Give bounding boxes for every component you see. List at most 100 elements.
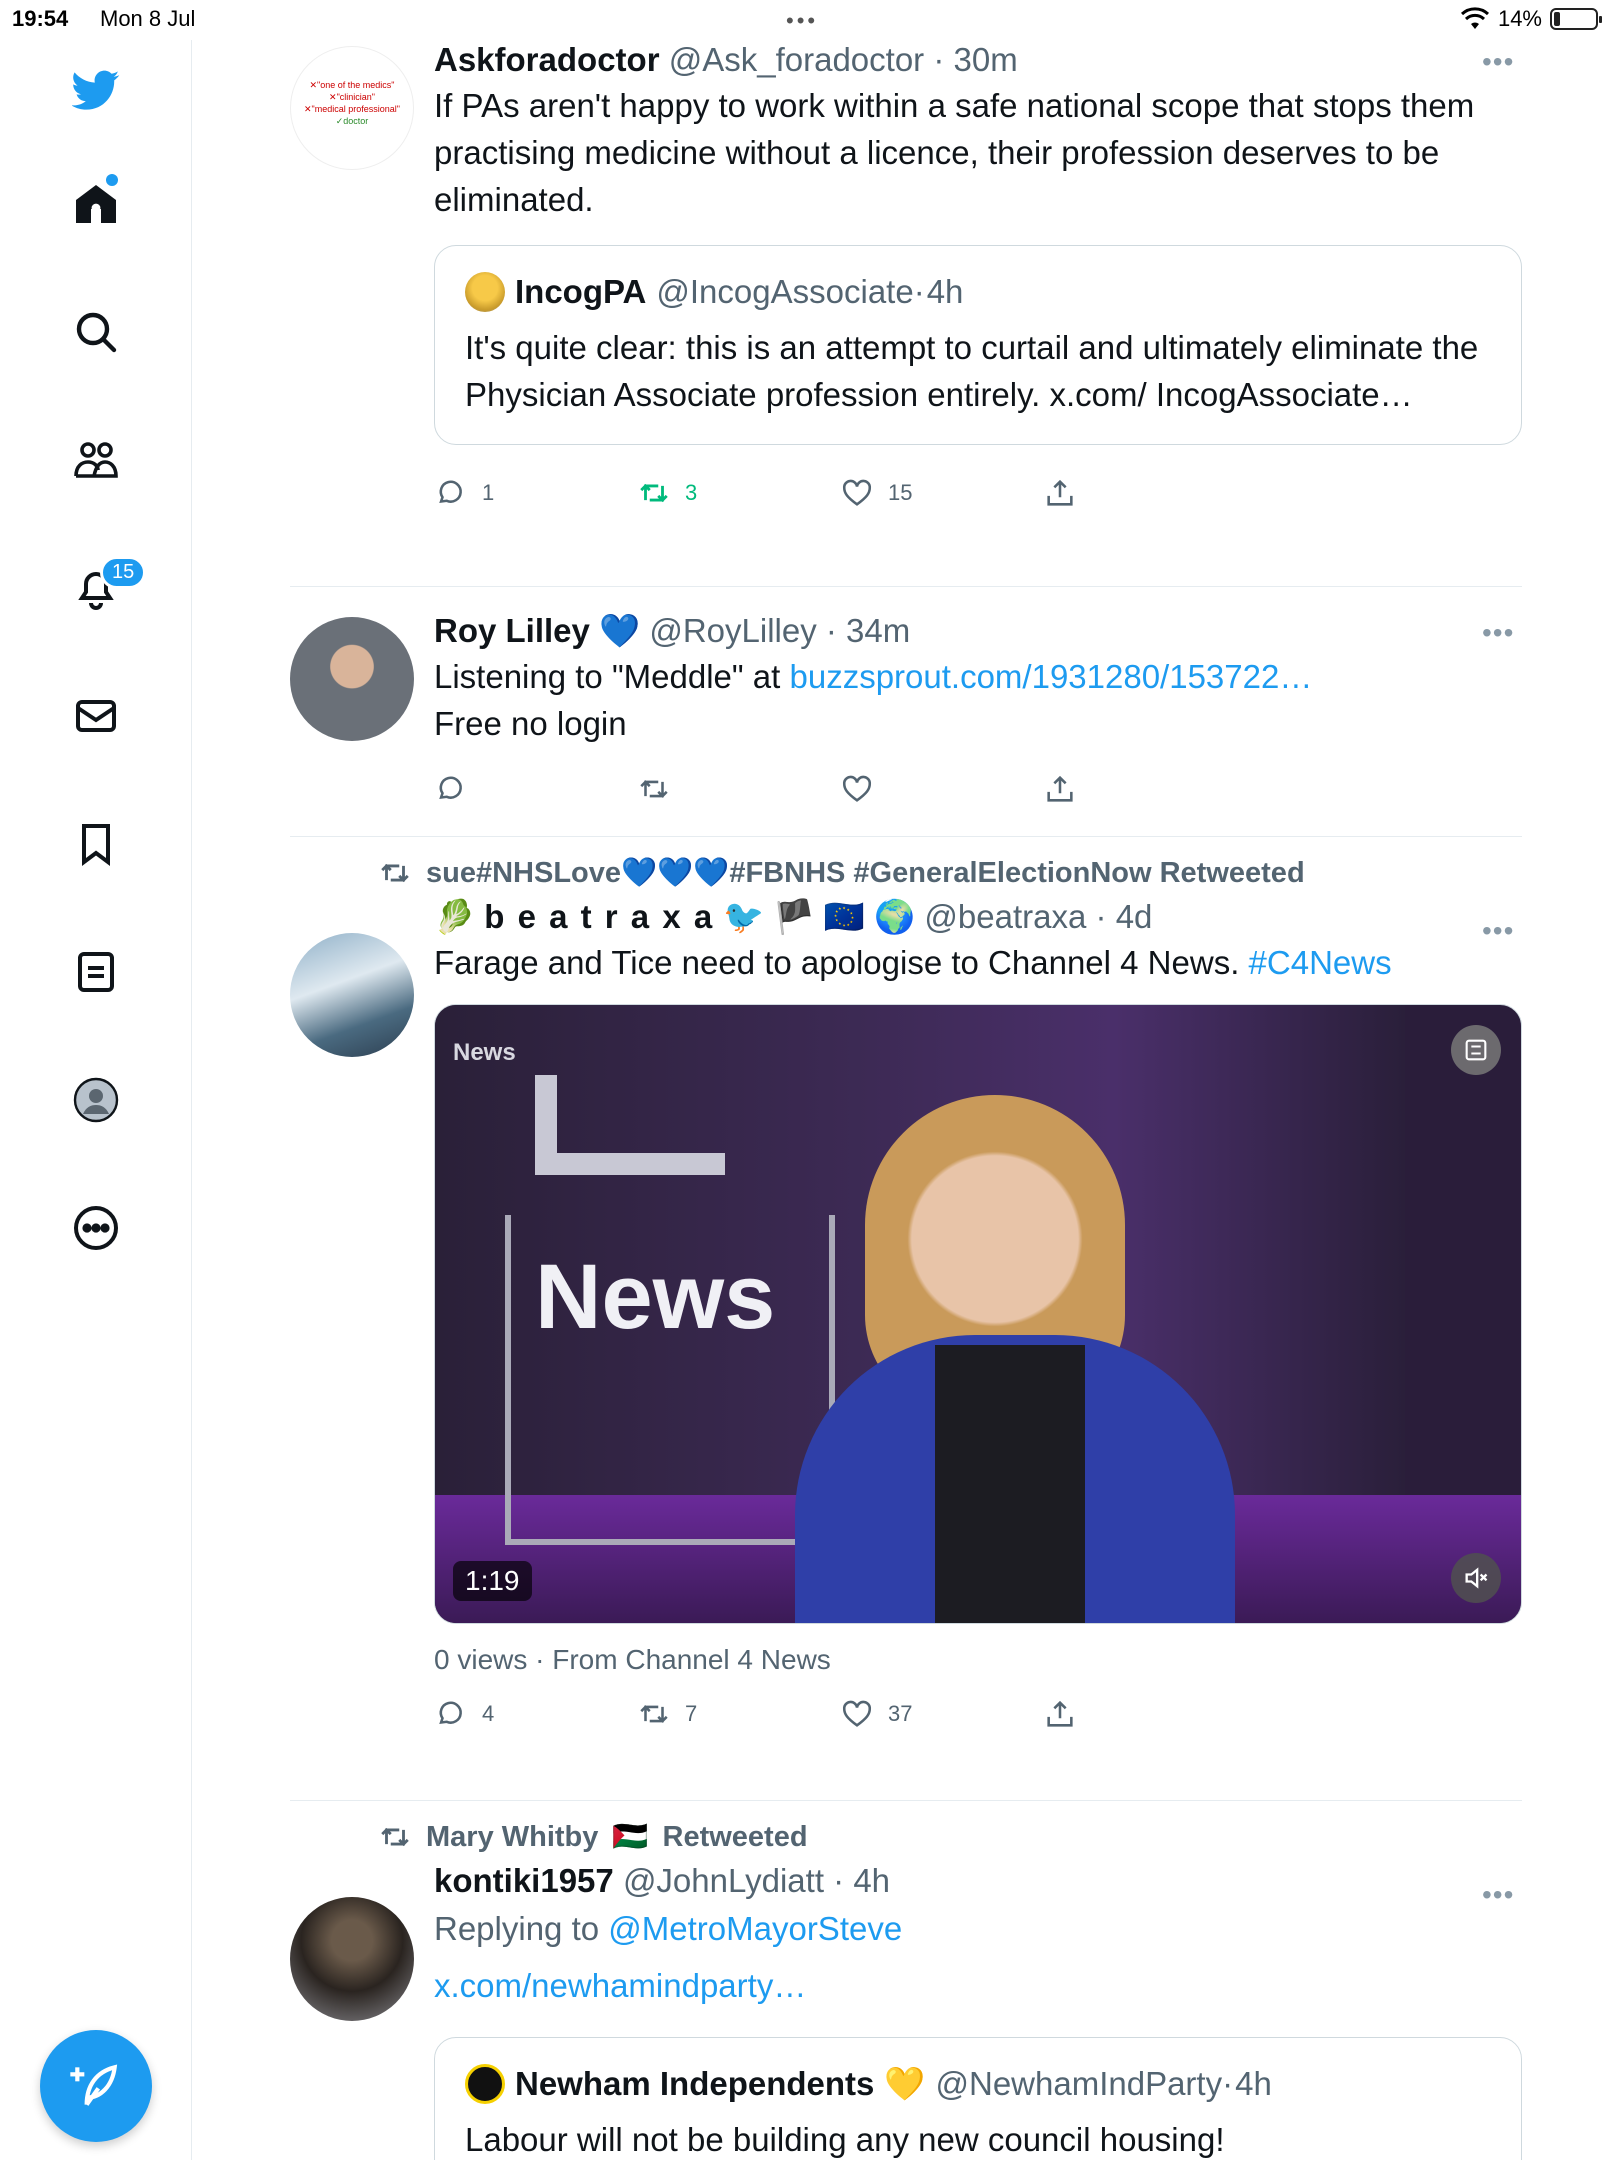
quote-time: 4h [926,273,964,310]
retweet-button[interactable] [637,772,840,806]
tweet-kontiki1957[interactable]: Mary Whitby 🇵🇸 Retweeted ••• kontiki1957… [290,1813,1522,2160]
retweeted-by-name[interactable]: Mary Whitby [426,1821,598,1854]
tweet-roy-lilley[interactable]: ••• Roy Lilley 💙 @RoyLilley · 34m Listen… [290,587,1522,837]
author-handle[interactable]: @beatraxa [924,898,1086,935]
profile-icon[interactable] [66,1070,126,1130]
retweet-icon [640,1705,668,1723]
author-handle[interactable]: @RoyLilley [649,612,816,649]
quote-header: IncogPA @IncogAssociate · 4h [465,272,1491,312]
author-handle[interactable]: @JohnLydiatt [623,1862,824,1899]
tweet-time[interactable]: 4h [853,1862,890,1899]
tweet-time[interactable]: 4d [1116,898,1153,935]
avatar-kontiki1957[interactable] [290,1897,414,2021]
communities-icon[interactable] [66,430,126,490]
tweet-actions: 1 3 15 [434,463,1522,523]
hashtag-link[interactable]: #C4News [1249,944,1392,981]
reply-count: 1 [482,480,495,505]
channel4-logo-shape [535,1075,725,1175]
avatar-roy-lilley[interactable] [290,617,414,741]
share-button[interactable] [1043,772,1246,806]
reply-button[interactable] [434,772,637,806]
notifications-badge: 15 [100,556,147,589]
messages-icon[interactable] [66,686,126,746]
like-button[interactable]: 15 [840,476,1043,510]
avatar-beatraxa[interactable] [290,933,414,1057]
status-bar: 19:54 Mon 8 Jul ••• 14% [0,0,1620,40]
sidebar: 15 [0,40,192,2160]
reply-icon [439,776,462,800]
retweet-icon [381,863,409,883]
leaf-emoji-icon: 🥬 [434,898,476,935]
multitasking-dots[interactable]: ••• [786,8,818,34]
author-name[interactable]: Roy Lilley [434,612,590,649]
retweet-button[interactable]: 7 [637,1697,840,1731]
retweet-button[interactable]: 3 [637,476,840,510]
mute-icon[interactable] [1451,1553,1501,1603]
quoted-tweet[interactable]: Newham Independents 💛 @NewhamIndParty · 4h… [434,2037,1522,2160]
avatar-text-4: ✓doctor [335,116,369,126]
retweeted-by-text[interactable]: sue#NHSLove💙💙💙#FBNHS #GeneralElectionNow… [426,856,1305,890]
tweet-more-icon[interactable]: ••• [1482,617,1522,649]
status-date: Mon 8 Jul [100,6,196,31]
quote-header: Newham Independents 💛 @NewhamIndParty · 4h [465,2064,1491,2104]
like-icon [842,1700,872,1727]
retweet-count: 7 [685,1701,698,1726]
tweet-actions: 4 7 37 [434,1684,1522,1744]
tweet-header: Roy Lilley 💙 @RoyLilley · 34m [434,612,911,649]
bookmarks-icon[interactable] [66,814,126,874]
more-icon[interactable] [66,1198,126,1258]
compose-tweet-button[interactable] [40,2030,152,2142]
share-button[interactable] [1043,476,1246,510]
tweet-time[interactable]: 30m [954,41,1018,78]
author-name[interactable]: Askforadoctor [434,41,660,78]
tweet-text: If PAs aren't happy to work within a saf… [434,87,1475,218]
battery-icon [1550,8,1602,30]
tweet-header: kontiki1957 @JohnLydiatt · 4h [434,1862,891,1899]
reply-icon [439,480,462,504]
tweet-more-icon[interactable]: ••• [1482,1879,1522,1911]
like-button[interactable]: 37 [840,1697,1043,1731]
tweet-askforadoctor[interactable]: ✕"one of the medics" ✕"clinician" ✕"medi… [290,40,1522,587]
like-button[interactable] [840,772,1043,806]
avatar-text-2: ✕"clinician" [329,92,375,102]
home-unread-dot [106,174,118,186]
retweet-icon [381,1827,409,1847]
avatar-askforadoctor[interactable]: ✕"one of the medics" ✕"clinician" ✕"medi… [290,46,414,170]
tweet-link[interactable]: x.com/newhamindparty… [434,1962,1522,2009]
lists-icon[interactable] [66,942,126,1002]
replying-to-link[interactable]: @MetroMayorSteve [608,1910,902,1947]
tweet-text-line2: Free no login [434,705,627,742]
video-views: 0 views · From Channel 4 News [434,1644,831,1675]
reply-button[interactable]: 4 [434,1697,637,1731]
tweet-time[interactable]: 34m [846,612,910,649]
retweet-count: 3 [685,480,698,505]
author-name[interactable]: kontiki1957 [434,1862,614,1899]
author-handle[interactable]: @Ask_foradoctor [669,41,924,78]
tweet-text: Farage and Tice need to apologise to Cha… [434,944,1392,981]
tweet-actions [434,759,1522,819]
retweeted-by: sue#NHSLove💙💙💙#FBNHS #GeneralElectionNow… [378,849,1522,897]
tweet-beatraxa[interactable]: sue#NHSLove💙💙💙#FBNHS #GeneralElectionNow… [290,849,1522,1801]
reply-button[interactable]: 1 [434,476,637,510]
quote-avatar [465,272,505,312]
video-news-text: News [535,1246,776,1348]
quote-author-handle: @NewhamIndParty [935,2065,1223,2102]
retweeted-by: Mary Whitby 🇵🇸 Retweeted [378,1813,1522,1861]
author-name[interactable]: b e a t r a x a [484,898,714,935]
reply-icon [439,1701,462,1725]
search-icon[interactable] [66,302,126,362]
video-player[interactable]: News News 1:19 [434,1004,1522,1624]
share-button[interactable] [1043,1697,1246,1731]
quoted-tweet[interactable]: IncogPA @IncogAssociate · 4h It's quite cl… [434,245,1522,445]
twitter-logo-icon[interactable] [66,60,126,120]
retweet-icon [640,483,668,503]
tweet-header: 🥬 b e a t r a x a 🐦 🏴 🇪🇺 🌍 @beatraxa · 4… [434,898,1153,935]
avatar-text-3: ✕"medical professional" [304,104,400,114]
video-duration: 1:19 [453,1561,532,1601]
video-settings-icon[interactable] [1451,1025,1501,1075]
share-icon [1047,1700,1073,1727]
tweet-more-icon[interactable]: ••• [1482,46,1522,78]
tweet-link[interactable]: buzzsprout.com/1931280/153722… [789,658,1312,695]
name-emoji: 💙 [599,612,641,649]
tweet-more-icon[interactable]: ••• [1482,915,1522,947]
